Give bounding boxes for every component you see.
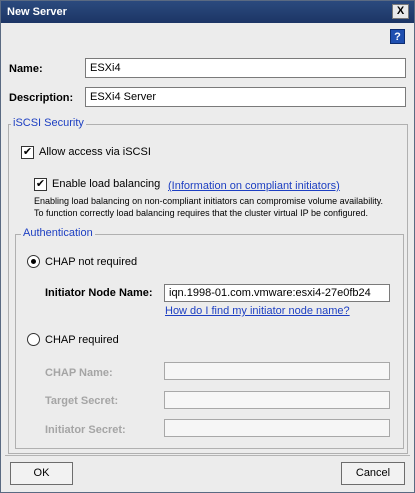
compliant-initiators-link[interactable]: (Information on compliant initiators) — [168, 180, 340, 192]
target-secret-input — [164, 391, 390, 409]
chap-not-required-radio[interactable] — [27, 255, 40, 268]
help-icon[interactable]: ? — [390, 29, 405, 44]
description-input[interactable] — [85, 87, 406, 107]
footer-separator — [5, 455, 410, 456]
iscsi-security-title: iSCSI Security — [11, 117, 86, 129]
new-server-dialog: New Server X ? Name: Description: iSCSI … — [0, 0, 415, 493]
initiator-secret-input — [164, 419, 390, 437]
load-balancing-checkbox[interactable]: ✔ — [34, 178, 47, 191]
close-icon[interactable]: X — [392, 4, 409, 19]
name-input[interactable] — [85, 58, 406, 78]
find-initiator-node-link[interactable]: How do I find my initiator node name? — [165, 305, 350, 317]
chap-not-required-label: CHAP not required — [45, 256, 138, 268]
target-secret-label: Target Secret: — [45, 395, 119, 407]
allow-iscsi-label: Allow access via iSCSI — [39, 146, 151, 158]
authentication-title: Authentication — [21, 227, 95, 239]
ok-button[interactable]: OK — [10, 462, 73, 485]
initiator-node-label: Initiator Node Name: — [45, 287, 153, 299]
name-label: Name: — [9, 63, 43, 75]
allow-iscsi-checkbox[interactable]: ✔ — [21, 146, 34, 159]
chap-name-input — [164, 362, 390, 380]
chap-required-radio[interactable] — [27, 333, 40, 346]
cancel-button[interactable]: Cancel — [341, 462, 405, 485]
initiator-secret-label: Initiator Secret: — [45, 424, 126, 436]
initiator-node-input[interactable] — [164, 284, 390, 302]
load-balancing-label: Enable load balancing — [52, 178, 161, 190]
description-label: Description: — [9, 92, 74, 104]
load-balancing-note-2: To function correctly load balancing req… — [34, 208, 369, 218]
chap-required-label: CHAP required — [45, 334, 119, 346]
chap-name-label: CHAP Name: — [45, 367, 113, 379]
title-bar: New Server X — [1, 1, 414, 23]
dialog-title: New Server — [7, 6, 67, 18]
load-balancing-note-1: Enabling load balancing on non-compliant… — [34, 196, 384, 206]
